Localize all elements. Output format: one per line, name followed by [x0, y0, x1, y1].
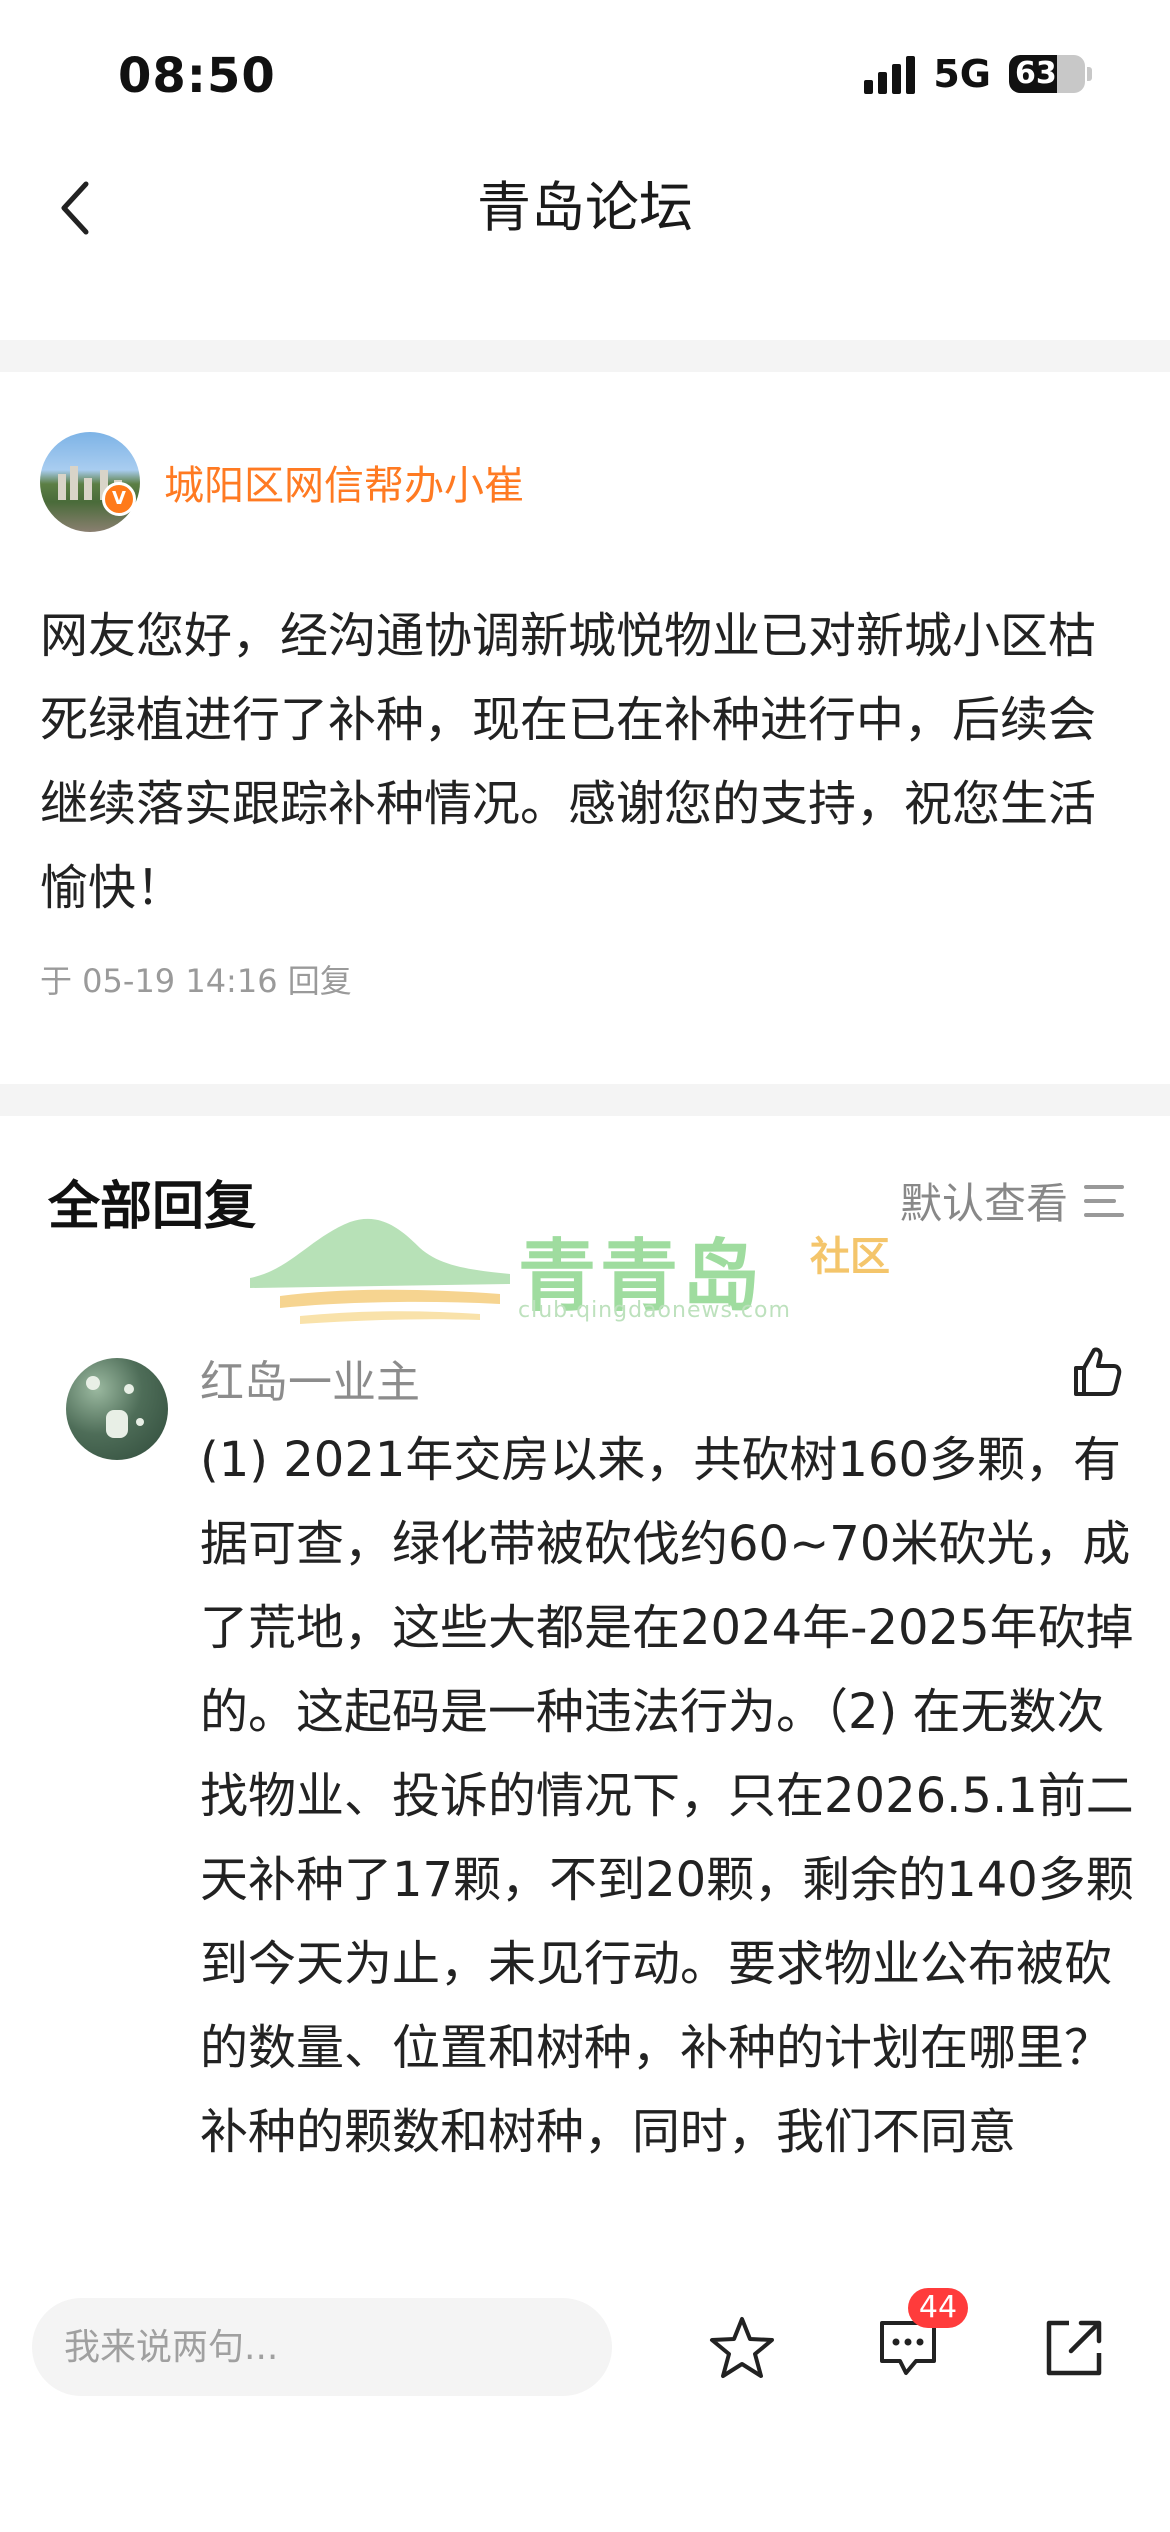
battery-cap — [1087, 67, 1092, 81]
status-bar: 08:50 5G 63 — [0, 0, 1170, 150]
network-label: 5G — [933, 52, 991, 96]
commenter-name[interactable]: 红岛一业主 — [200, 1346, 420, 1410]
verified-v-icon: V — [102, 482, 136, 516]
status-icons: 5G 63 — [864, 52, 1092, 96]
signal-icon — [864, 54, 916, 94]
comment-input[interactable] — [64, 2326, 612, 2368]
favorite-button[interactable] — [694, 2300, 790, 2396]
all-replies-header: 全部回复 默认查看 — [0, 1160, 1170, 1240]
battery-percent: 63 — [1015, 56, 1057, 91]
section-divider — [0, 1084, 1170, 1116]
comment-count-badge: 44 — [908, 2288, 968, 2328]
page-title: 青岛论坛 — [477, 176, 693, 239]
like-button[interactable] — [1058, 1334, 1134, 1410]
star-icon — [710, 2317, 774, 2378]
sort-label: 默认查看 — [899, 1179, 1068, 1228]
sort-lines-icon — [1084, 1184, 1124, 1217]
page: 08:50 5G 63 青岛论坛 城阳区网信帮办小崔 V 网友您好，经沟通协调新… — [0, 0, 1170, 2532]
share-button[interactable] — [1026, 2300, 1122, 2396]
status-time: 08:50 — [118, 48, 276, 104]
comments-button[interactable]: 44 — [860, 2288, 968, 2396]
share-icon — [1046, 2320, 1102, 2376]
section-divider — [0, 340, 1170, 372]
official-avatar[interactable] — [40, 432, 140, 532]
comment-text: (1) 2021年交房以来，共砍树160多颗，有据可查，绿化带被砍伐约60~70… — [200, 1432, 1134, 2160]
thumbs-up-icon — [1074, 1347, 1122, 1396]
commenter-avatar[interactable] — [66, 1358, 168, 1460]
battery-icon: 63 — [1009, 55, 1085, 93]
official-author-name[interactable]: 城阳区网信帮办小崔 — [164, 453, 524, 511]
official-reply-meta: 于 05-19 14:16 回复 — [40, 962, 352, 1000]
all-replies-title: 全部回复 — [48, 1177, 257, 1237]
bottom-bar: 44 — [0, 2268, 1170, 2532]
official-reply-text: 网友您好，经沟通协调新城悦物业已对新城小区枯死绿植进行了补种，现在已在补种进行中… — [40, 608, 1097, 916]
sort-button[interactable]: 默认查看 — [900, 1170, 1130, 1231]
comment-input-wrap[interactable] — [32, 2298, 612, 2396]
watermark-url: club.qingdaonews.com — [518, 1298, 791, 1323]
nav-bar: 青岛论坛 — [0, 150, 1170, 270]
